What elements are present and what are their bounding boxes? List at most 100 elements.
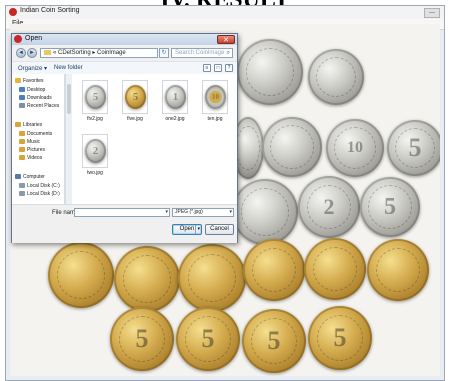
nav-item-music[interactable]: Music bbox=[19, 139, 40, 146]
help-icon[interactable]: ? bbox=[225, 64, 233, 72]
nav-item-favorites[interactable]: Favorites bbox=[15, 78, 44, 85]
coin-denomination: 1 bbox=[172, 91, 179, 103]
nav-label: Downloads bbox=[27, 95, 52, 101]
nav-item-recent-places[interactable]: Recent Places bbox=[19, 103, 59, 110]
music-icon bbox=[19, 139, 25, 145]
dialog-nav-bar: ◄ ► « CDetSorting ▸ Coinlmage ↻ Search C… bbox=[12, 45, 237, 61]
nav-scrollbar[interactable] bbox=[65, 74, 72, 204]
dialog-close-button[interactable]: ✕ bbox=[217, 35, 235, 44]
nav-item-computer[interactable]: Computer bbox=[15, 174, 45, 181]
nav-item-libraries[interactable]: Libraries bbox=[15, 122, 42, 129]
nav-item-local-disk-d[interactable]: Local Disk (D:) bbox=[19, 191, 60, 198]
organize-button[interactable]: Organize ▾ bbox=[18, 65, 47, 72]
coin-thumbnail: 2 bbox=[85, 139, 106, 163]
scrollbar-thumb[interactable] bbox=[67, 84, 71, 114]
coin-denomination: 5 bbox=[333, 323, 347, 352]
coin-thumbnail: 10 bbox=[205, 85, 226, 109]
dialog-app-icon bbox=[14, 35, 22, 43]
file-item[interactable]: 2 two.jpg bbox=[78, 134, 112, 180]
coin bbox=[178, 244, 246, 312]
coin: 5 bbox=[387, 120, 440, 176]
file-name: five.jpg bbox=[127, 116, 143, 122]
nav-label: Libraries bbox=[23, 122, 43, 128]
new-folder-button[interactable]: New folder bbox=[54, 65, 83, 71]
view-options-icon[interactable]: ≡ bbox=[203, 64, 211, 72]
chevron-down-icon[interactable]: ▾ bbox=[165, 209, 168, 215]
coin bbox=[114, 246, 180, 312]
downloads-icon bbox=[19, 95, 25, 101]
nav-item-local-disk-c[interactable]: Local Disk (C:) bbox=[19, 183, 60, 190]
file-item[interactable]: 1 one2.jpg bbox=[158, 80, 192, 126]
back-button[interactable]: ◄ bbox=[16, 48, 26, 58]
dialog-toolbar: Organize ▾ New folder ≡ □? bbox=[12, 61, 237, 75]
app-minimize-button[interactable]: — bbox=[424, 8, 440, 18]
nav-label: Recent Places bbox=[27, 103, 60, 109]
forward-button[interactable]: ► bbox=[27, 48, 37, 58]
coin-thumbnail: 5 bbox=[125, 85, 146, 109]
coin-denomination: 5 bbox=[135, 324, 149, 353]
documents-icon bbox=[19, 131, 25, 137]
search-placeholder: Search Coinlmage bbox=[175, 50, 225, 56]
dialog-title: Open bbox=[25, 35, 43, 42]
coin-denomination: 5 bbox=[132, 91, 139, 103]
disk-icon bbox=[19, 191, 25, 197]
coin-denomination: 5 bbox=[201, 324, 215, 353]
search-input[interactable]: Search Coinlmage ⌕ bbox=[171, 48, 233, 58]
nav-label: Videos bbox=[27, 155, 43, 161]
file-thumbnail: 10 bbox=[202, 80, 228, 114]
star-icon bbox=[15, 78, 21, 84]
nav-item-videos[interactable]: Videos bbox=[19, 155, 42, 162]
nav-label: Local Disk (D:) bbox=[27, 191, 60, 197]
file-thumbnail: 5 bbox=[82, 80, 108, 114]
filename-input[interactable]: ▾ bbox=[74, 208, 170, 217]
open-label: Open bbox=[179, 226, 195, 232]
coin-denomination: 10 bbox=[347, 139, 363, 156]
nav-item-pictures[interactable]: Pictures bbox=[19, 147, 45, 154]
nav-item-downloads[interactable]: Downloads bbox=[19, 95, 52, 102]
file-thumbnail: 2 bbox=[82, 134, 108, 168]
coin bbox=[304, 238, 366, 300]
coin bbox=[367, 239, 429, 301]
coin bbox=[232, 179, 298, 245]
coin-denomination: 5 bbox=[267, 326, 281, 355]
open-dropdown-icon[interactable]: ▾ bbox=[195, 225, 200, 234]
address-path: « CDetSorting ▸ Coinlmage bbox=[53, 50, 126, 56]
coin bbox=[243, 239, 305, 301]
preview-pane-icon[interactable]: □ bbox=[214, 64, 222, 72]
coin: 5 bbox=[176, 307, 240, 371]
file-item[interactable]: 10 ten.jpg bbox=[198, 80, 232, 126]
coin bbox=[237, 39, 303, 105]
coin-denomination: 10 bbox=[212, 93, 219, 101]
file-item[interactable]: 5 five.jpg bbox=[118, 80, 152, 126]
dialog-title-bar: Open ✕ bbox=[12, 34, 237, 45]
view-controls: ≡ □? bbox=[200, 64, 233, 72]
refresh-button[interactable]: ↻ bbox=[159, 48, 169, 58]
coin-thumbnail: 1 bbox=[165, 85, 186, 109]
coin bbox=[308, 49, 364, 105]
app-title: Indian Coin Sorting bbox=[20, 7, 80, 14]
file-name: two.jpg bbox=[87, 170, 103, 176]
pictures-icon bbox=[19, 147, 25, 153]
open-button[interactable]: Open ▾ bbox=[172, 224, 202, 235]
app-icon bbox=[9, 8, 17, 16]
file-item[interactable]: 5 fiv2.jpg bbox=[78, 80, 112, 126]
coin bbox=[48, 242, 114, 308]
address-bar[interactable]: « CDetSorting ▸ Coinlmage bbox=[40, 48, 158, 58]
nav-label: Favorites bbox=[23, 78, 44, 84]
coin-denomination: 5 bbox=[408, 133, 422, 162]
filetype-select[interactable]: JPEG (*.jpg) ▾ bbox=[172, 208, 234, 217]
coin: 5 bbox=[360, 177, 420, 237]
chevron-down-icon: ▾ bbox=[229, 209, 232, 215]
file-thumbnail: 5 bbox=[122, 80, 148, 114]
nav-label: Local Disk (C:) bbox=[27, 183, 60, 189]
disk-icon bbox=[19, 183, 25, 189]
file-list: 5 fiv2.jpg 5 five.jpg 1 one2.jpg 10 ten.… bbox=[72, 74, 237, 204]
nav-label: Computer bbox=[23, 174, 45, 180]
nav-label: Music bbox=[27, 139, 41, 145]
nav-item-documents[interactable]: Documents bbox=[19, 131, 52, 138]
open-dialog: Open ✕ ◄ ► « CDetSorting ▸ Coinlmage ↻ S… bbox=[11, 33, 238, 243]
nav-item-desktop[interactable]: Desktop bbox=[19, 87, 45, 94]
file-name: one2.jpg bbox=[165, 116, 185, 122]
libraries-icon bbox=[15, 122, 21, 128]
cancel-button[interactable]: Cancel bbox=[205, 224, 234, 235]
